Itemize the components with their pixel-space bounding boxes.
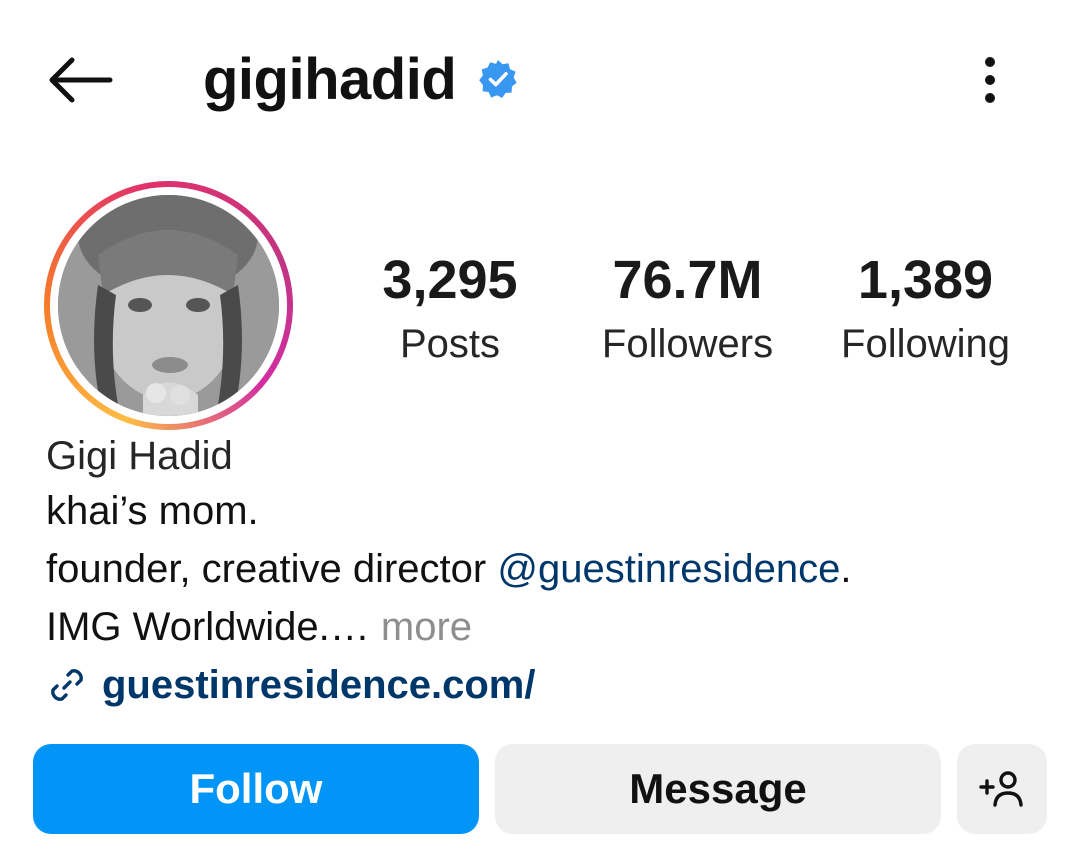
follow-button[interactable]: Follow (33, 744, 479, 834)
posts-label: Posts (399, 322, 501, 366)
profile-external-link[interactable]: guestinresidence.com/ (46, 656, 535, 714)
bio-ellipsis: … (329, 605, 381, 649)
message-button[interactable]: Message (495, 744, 941, 834)
arrow-left-icon (49, 57, 113, 103)
display-name: Gigi Hadid (46, 434, 233, 478)
avatar (58, 195, 279, 416)
following-stat[interactable]: 1,389 Following (828, 250, 1023, 370)
bio-more-link[interactable]: more (381, 605, 472, 649)
followers-label: Followers (601, 322, 774, 366)
followers-stat[interactable]: 76.7M Followers (585, 250, 790, 370)
profile-header: gigihadid (0, 0, 1079, 160)
profile-avatar-story[interactable] (44, 181, 293, 430)
link-icon (51, 669, 83, 701)
followers-count: 76.7M (612, 250, 763, 310)
bio-line-1: khai’s mom. (46, 489, 259, 533)
bio-line-3-text: IMG Worldwide. (46, 605, 330, 649)
back-button[interactable] (44, 52, 114, 108)
posts-stat[interactable]: 3,295 Posts (370, 250, 530, 370)
add-person-icon (979, 771, 1023, 807)
following-label: Following (841, 322, 1010, 366)
suggested-accounts-button[interactable] (957, 744, 1047, 834)
more-vertical-icon (985, 57, 995, 103)
profile-username: gigihadid (203, 47, 457, 112)
posts-count: 3,295 (382, 250, 518, 310)
avatar-photo (58, 195, 279, 416)
more-options-button[interactable] (968, 52, 1012, 108)
bio-line-2-text: founder, creative director (46, 547, 498, 591)
following-count: 1,389 (857, 250, 994, 310)
bio-mention-link[interactable]: @guestinresidence (497, 547, 840, 591)
verified-badge-icon (479, 60, 517, 98)
bio-line-3: IMG Worldwide.… more (46, 598, 1046, 656)
profile-bio: Gigi Hadid khai’s mom. founder, creative… (46, 430, 1046, 656)
link-text: guestinresidence.com/ (102, 663, 536, 707)
bio-line-2: founder, creative director @guestinresid… (46, 540, 1046, 598)
bio-line-2-end: . (840, 547, 852, 591)
